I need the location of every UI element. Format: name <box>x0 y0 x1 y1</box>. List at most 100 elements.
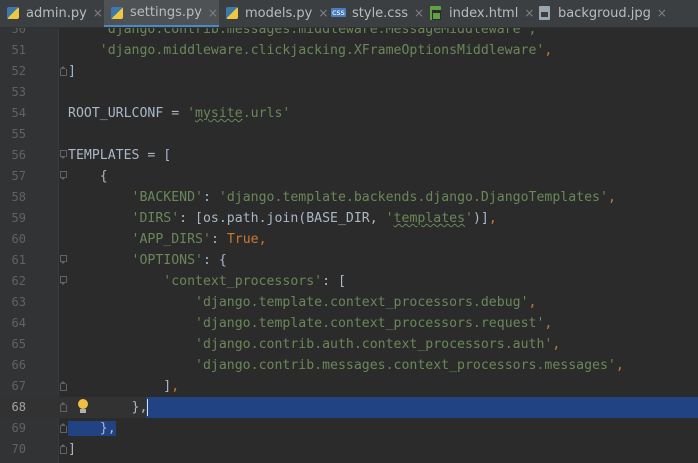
code-line[interactable]: 59 'DIRS': [os.path.join(BASE_DIR, 'temp… <box>0 208 698 229</box>
tab-label: style.css <box>352 5 408 21</box>
line-number: 53 <box>11 85 26 99</box>
code-text: { <box>68 166 108 187</box>
code-line[interactable]: 63 'django.template.context_processors.d… <box>0 292 698 313</box>
image-file-icon <box>538 6 552 20</box>
code-token: 'django.template.context_processors.requ… <box>195 316 545 331</box>
code-line[interactable]: 51 'django.middleware.clickjacking.XFram… <box>0 40 698 61</box>
code-text: 'DIRS': [os.path.join(BASE_DIR, 'templat… <box>68 208 497 229</box>
python-file-icon <box>225 6 239 20</box>
tab-label: admin.py <box>26 5 87 21</box>
tab-models-py[interactable]: models.py × <box>219 0 328 26</box>
code-token: 'django.middleware.clickjacking.XFrameOp… <box>68 43 545 58</box>
tab-settings-py[interactable]: settings.py × <box>104 0 219 27</box>
line-number: 51 <box>11 43 26 57</box>
code-token: : <box>210 232 227 247</box>
code-token: : <box>203 190 219 205</box>
fold-start-icon[interactable] <box>60 150 67 159</box>
code-text: 'OPTIONS': { <box>68 250 227 271</box>
code-line[interactable]: 50 'django.contrib.messages.middleware.M… <box>0 28 698 40</box>
code-line[interactable]: 60 'APP_DIRS': True, <box>0 229 698 250</box>
code-text: ROOT_URLCONF = 'mysite.urls' <box>68 103 290 124</box>
code-token: ' <box>187 106 196 121</box>
fold-end-icon[interactable] <box>60 423 67 433</box>
code-text: 'django.template.context_processors.debu… <box>68 292 536 313</box>
code-token: : [os.path.join(BASE_DIR, <box>179 211 386 226</box>
code-editor[interactable]: 50 'django.contrib.messages.middleware.M… <box>0 28 698 463</box>
code-line[interactable]: 67 ], <box>0 376 698 397</box>
code-token: 'django.template.context_processors.debu… <box>195 295 529 310</box>
fold-end-icon[interactable] <box>60 381 67 391</box>
line-number: 58 <box>11 190 26 204</box>
code-line[interactable]: 66 'django.contrib.messages.context_proc… <box>0 355 698 376</box>
code-line[interactable]: 70] <box>0 439 698 460</box>
tab-label: backgroud.jpg <box>558 5 651 21</box>
tab-style-css[interactable]: style.css× <box>326 0 424 26</box>
code-text: 'django.contrib.messages.context_process… <box>68 355 624 376</box>
code-line[interactable]: 52] <box>0 61 698 82</box>
code-line[interactable]: 65 'django.contrib.auth.context_processo… <box>0 334 698 355</box>
line-number: 62 <box>11 274 26 288</box>
code-line[interactable]: 61 'OPTIONS': { <box>0 250 698 271</box>
fold-start-icon[interactable] <box>60 171 67 180</box>
line-number: 59 <box>11 211 26 225</box>
code-text: 'django.middleware.clickjacking.XFrameOp… <box>68 40 553 61</box>
code-token: ] <box>68 379 172 394</box>
code-line[interactable]: 56 TEMPLATES = [ <box>0 145 698 166</box>
tab-admin-py[interactable]: admin.py × <box>0 0 104 26</box>
code-text: 'context_processors': [ <box>68 271 346 292</box>
code-token: templates <box>393 211 466 226</box>
code-line[interactable]: 69 }, <box>0 418 698 439</box>
fold-end-icon[interactable] <box>60 402 67 412</box>
code-line[interactable]: 68 }, <box>0 397 698 418</box>
fold-start-icon[interactable] <box>60 276 67 285</box>
line-number: 56 <box>11 148 26 162</box>
code-text: ] <box>68 61 76 82</box>
code-token: 'django.template.backends.django.DjangoT… <box>218 190 608 205</box>
close-icon[interactable]: × <box>93 6 103 20</box>
code-line[interactable]: 55 <box>0 124 698 145</box>
tab-index-html[interactable]: index.html × <box>423 0 534 26</box>
code-line[interactable]: 58 'BACKEND': 'django.template.backends.… <box>0 187 698 208</box>
editor-tab-bar: admin.py×settings.py×models.py×style.css… <box>0 0 698 28</box>
code-text: 'APP_DIRS': True, <box>68 229 267 250</box>
line-number: 65 <box>11 337 26 351</box>
code-line[interactable]: 53 <box>0 82 698 103</box>
fold-end-icon[interactable] <box>60 66 67 76</box>
tab-label: index.html <box>449 5 519 21</box>
code-text: 'django.contrib.messages.middleware.Mess… <box>68 28 537 40</box>
close-icon[interactable]: × <box>208 6 218 20</box>
selection-highlight <box>146 397 698 418</box>
line-number: 60 <box>11 232 26 246</box>
code-token: 'context_processors' <box>163 274 323 289</box>
line-number: 52 <box>11 64 26 78</box>
css-file-icon <box>331 6 346 20</box>
code-token: 'django.contrib.messages.context_process… <box>195 358 616 373</box>
code-line[interactable]: 64 'django.template.context_processors.r… <box>0 313 698 334</box>
code-line[interactable]: 62 'context_processors': [ <box>0 271 698 292</box>
line-number: 50 <box>11 28 26 36</box>
code-line[interactable]: 54 ROOT_URLCONF = 'mysite.urls' <box>0 103 698 124</box>
code-token: ] <box>68 64 76 79</box>
close-icon[interactable]: × <box>657 6 667 20</box>
code-token: 'django.contrib.auth.context_processors.… <box>195 337 553 352</box>
code-token: , <box>171 379 180 394</box>
code-token: 'OPTIONS' <box>131 253 203 268</box>
code-text: }, <box>68 418 116 439</box>
code-token: ' <box>465 211 473 226</box>
code-text: ] <box>68 439 76 460</box>
fold-start-icon[interactable] <box>60 255 67 264</box>
tab-backgroud-jpg[interactable]: backgroud.jpg × <box>532 0 698 26</box>
code-token: , <box>544 43 553 58</box>
code-line[interactable]: 57 { <box>0 166 698 187</box>
python-file-icon <box>6 6 20 20</box>
code-token: , <box>607 190 616 205</box>
tab-label: models.py <box>245 5 313 21</box>
code-token: }, <box>68 421 116 436</box>
line-number: 63 <box>11 295 26 309</box>
fold-end-icon[interactable] <box>60 444 67 454</box>
